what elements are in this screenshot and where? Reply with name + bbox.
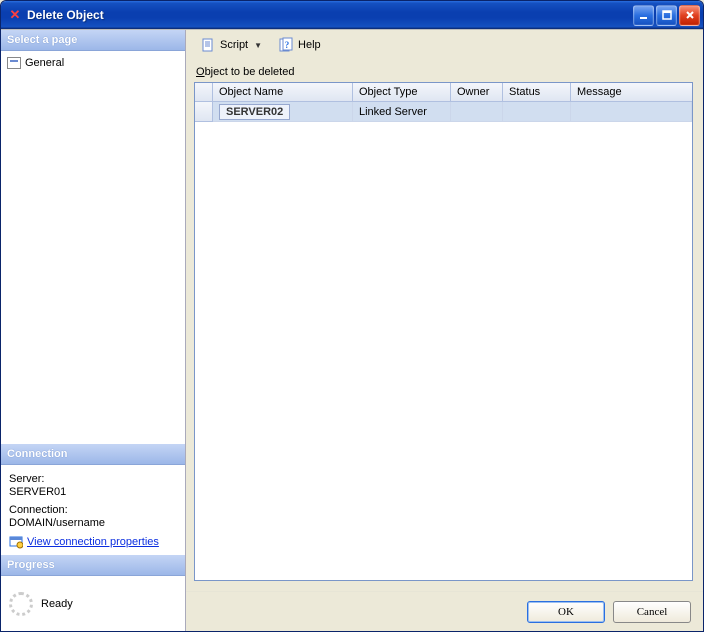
content-heading: Object to be deleted (194, 60, 693, 82)
main-content: Object to be deleted Object Name Object … (194, 60, 693, 581)
help-button[interactable]: ? Help (272, 34, 327, 56)
connection-value: DOMAIN/username (9, 517, 177, 529)
window-title: Delete Object (27, 8, 633, 22)
cell-owner (451, 102, 503, 122)
window-buttons (633, 5, 700, 26)
table-row[interactable]: SERVER02 Linked Server (195, 102, 692, 122)
left-panel: Select a page General Connection Server:… (1, 30, 186, 631)
dialog-window: ✕ Delete Object Select a page General C (0, 0, 704, 632)
cell-message (571, 102, 692, 122)
connection-box: Server: SERVER01 Connection: DOMAIN/user… (1, 465, 185, 555)
chevron-down-icon: ▼ (254, 41, 262, 50)
title-bar[interactable]: ✕ Delete Object (1, 1, 703, 29)
row-handle[interactable] (195, 102, 213, 122)
page-icon (7, 57, 21, 69)
object-name-chip: SERVER02 (219, 104, 290, 120)
col-message[interactable]: Message (571, 83, 692, 101)
progress-spinner-icon (9, 592, 33, 616)
col-owner[interactable]: Owner (451, 83, 503, 101)
col-status[interactable]: Status (503, 83, 571, 101)
svg-text:?: ? (285, 40, 290, 50)
page-tree: General (1, 51, 185, 444)
close-button[interactable] (679, 5, 700, 26)
server-value: SERVER01 (9, 486, 177, 498)
col-handle[interactable] (195, 83, 213, 101)
ok-button[interactable]: OK (527, 601, 605, 623)
objects-grid[interactable]: Object Name Object Type Owner Status Mes… (194, 82, 693, 581)
progress-status: Ready (41, 598, 73, 610)
script-button[interactable]: Script ▼ (194, 34, 268, 56)
connection-label: Connection: (9, 504, 177, 516)
help-label: Help (298, 39, 321, 51)
cell-object-type: Linked Server (353, 102, 451, 122)
page-item-general[interactable]: General (7, 55, 179, 71)
server-label: Server: (9, 473, 177, 485)
connection-header: Connection (1, 444, 185, 465)
cell-object-name: SERVER02 (213, 102, 353, 122)
col-object-name[interactable]: Object Name (213, 83, 353, 101)
dialog-body: Select a page General Connection Server:… (1, 29, 703, 631)
view-connection-row: View connection properties (9, 535, 177, 549)
view-connection-properties-link[interactable]: View connection properties (27, 536, 159, 548)
grid-header: Object Name Object Type Owner Status Mes… (195, 83, 692, 102)
script-icon (200, 37, 216, 53)
minimize-button[interactable] (633, 5, 654, 26)
dialog-footer: OK Cancel (186, 591, 703, 631)
toolbar: Script ▼ ? Help (186, 30, 703, 60)
maximize-button[interactable] (656, 5, 677, 26)
page-item-label: General (25, 57, 64, 69)
script-label: Script (220, 39, 248, 51)
help-icon: ? (278, 37, 294, 53)
cell-status (503, 102, 571, 122)
grid-body: SERVER02 Linked Server (195, 102, 692, 580)
delete-icon: ✕ (7, 7, 23, 23)
select-page-header: Select a page (1, 30, 185, 51)
connection-props-icon (9, 535, 23, 549)
progress-box: Ready (1, 576, 185, 631)
right-panel: Script ▼ ? Help Object to be deleted Obj… (186, 30, 703, 631)
col-object-type[interactable]: Object Type (353, 83, 451, 101)
progress-header: Progress (1, 555, 185, 576)
cancel-button[interactable]: Cancel (613, 601, 691, 623)
